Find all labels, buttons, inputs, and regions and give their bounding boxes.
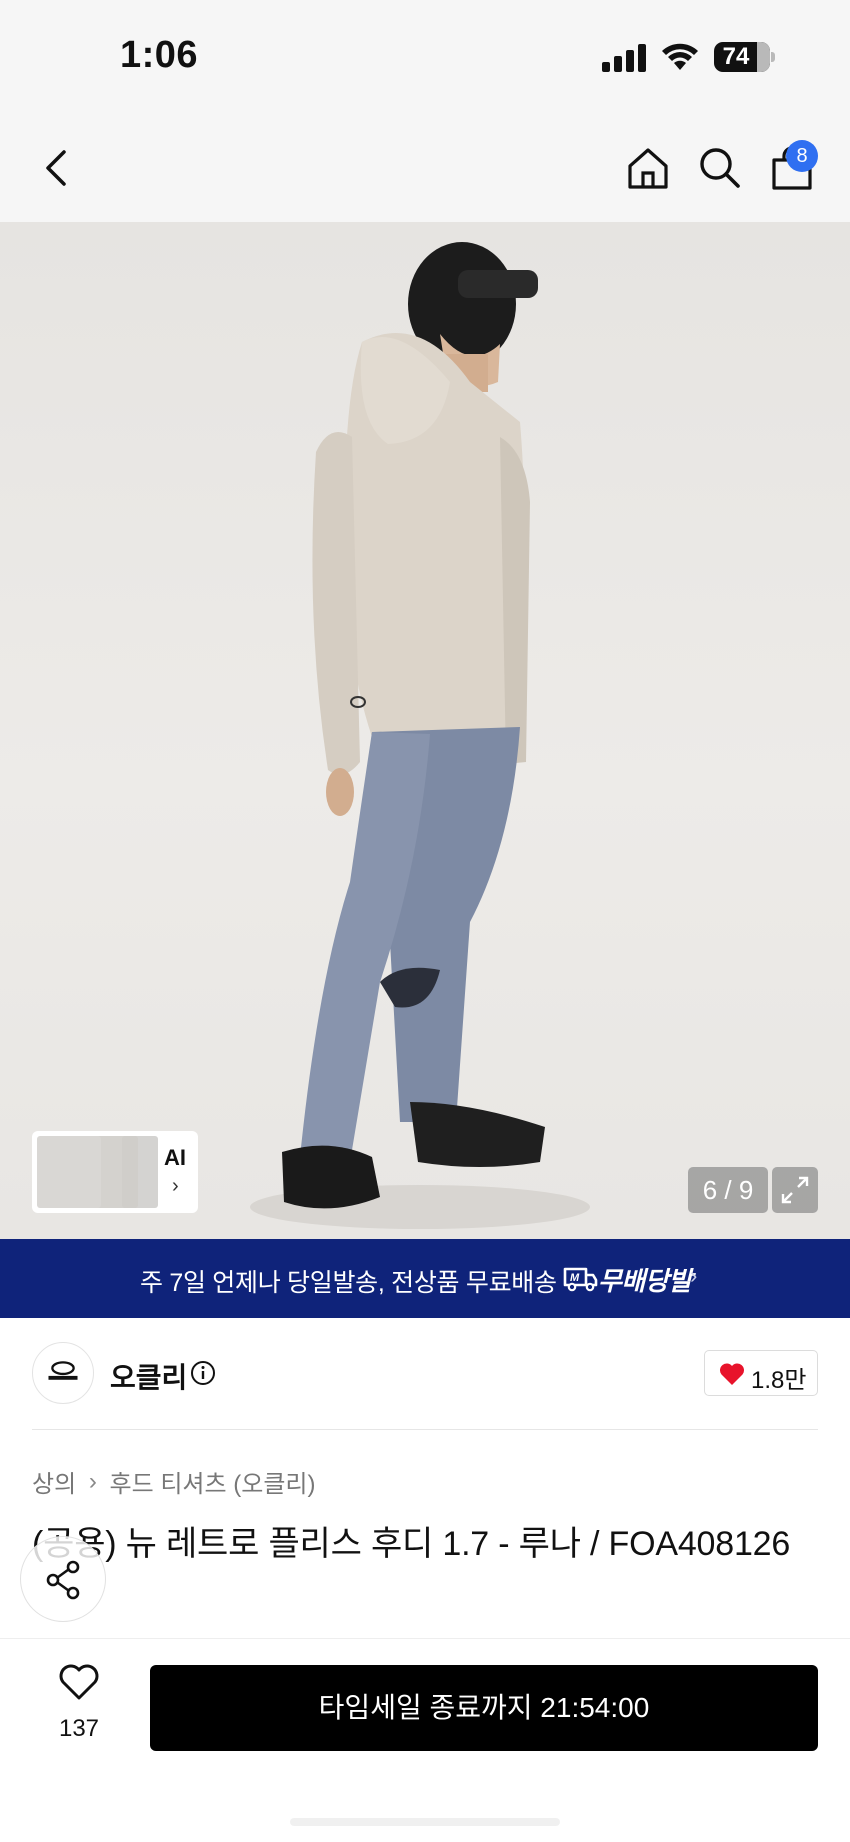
breadcrumb: 상의 › 후드 티셔츠 (오클리) (32, 1464, 315, 1499)
top-nav-bar (0, 110, 850, 222)
chevron-right-icon: › (172, 1175, 179, 1197)
status-bar: 1:06 74 (0, 0, 850, 110)
divider (32, 1429, 818, 1430)
battery-icon: 74 (714, 42, 776, 72)
chevron-right-icon: › (88, 1467, 97, 1495)
product-image[interactable] (0, 222, 850, 1239)
product-page: 1:06 74 8 AI › 6 / 9 주 7일 언제나 당일발송, 전상품 … (0, 0, 850, 1842)
bottom-action-bar: 137 타임세일 종료까지 21:54:00 (0, 1638, 850, 1842)
chevron-right-icon: › (690, 1263, 698, 1288)
breadcrumb-item[interactable]: 상의 (32, 1464, 76, 1499)
brand-name[interactable]: 오클리 (110, 1356, 187, 1396)
cellular-signal-icon (602, 44, 646, 72)
free-shipping-banner[interactable]: 주 7일 언제나 당일발송, 전상품 무료배송 M 무배당발 › (0, 1239, 850, 1318)
brand-like-count: 1.8만 (751, 1367, 807, 1394)
time-sale-button[interactable]: 타임세일 종료까지 21:54:00 (150, 1665, 818, 1751)
promo-brand: 무배당발 (598, 1266, 692, 1296)
model-photo (250, 242, 590, 1229)
home-indicator (290, 1818, 560, 1826)
wifi-icon (662, 43, 698, 70)
back-icon[interactable] (38, 146, 78, 190)
delivery-truck-icon: M (563, 1267, 598, 1292)
breadcrumb-item[interactable]: 후드 티셔츠 (오클리) (110, 1464, 316, 1499)
battery-level: 74 (722, 43, 750, 70)
share-button[interactable] (20, 1536, 106, 1622)
info-icon[interactable] (190, 1360, 216, 1386)
wishlist-button[interactable]: 137 (42, 1663, 116, 1749)
image-page-counter: 6 / 9 (688, 1167, 768, 1213)
home-icon[interactable] (626, 146, 670, 190)
svg-text:M: M (570, 1272, 580, 1284)
heart-outline-icon (59, 1664, 99, 1700)
status-time: 1:06 (120, 34, 199, 76)
ai-thumbnail-strip[interactable]: AI › (32, 1131, 198, 1213)
brand-logo[interactable] (32, 1342, 94, 1404)
search-icon[interactable] (698, 146, 740, 188)
ai-label: AI (164, 1145, 186, 1170)
thumbnail-image (37, 1136, 101, 1208)
wishlist-count: 137 (58, 1715, 100, 1742)
share-icon (46, 1560, 80, 1600)
cart-count-badge: 8 (786, 140, 818, 172)
heart-filled-icon (719, 1363, 745, 1385)
product-title: (공용) 뉴 레트로 플리스 후디 1.7 - 루나 / FOA408126 (32, 1525, 791, 1563)
brand-like-button[interactable]: 1.8만 (704, 1350, 818, 1396)
expand-icon[interactable] (772, 1167, 818, 1213)
promo-text: 주 7일 언제나 당일발송, 전상품 무료배송 (140, 1269, 557, 1297)
